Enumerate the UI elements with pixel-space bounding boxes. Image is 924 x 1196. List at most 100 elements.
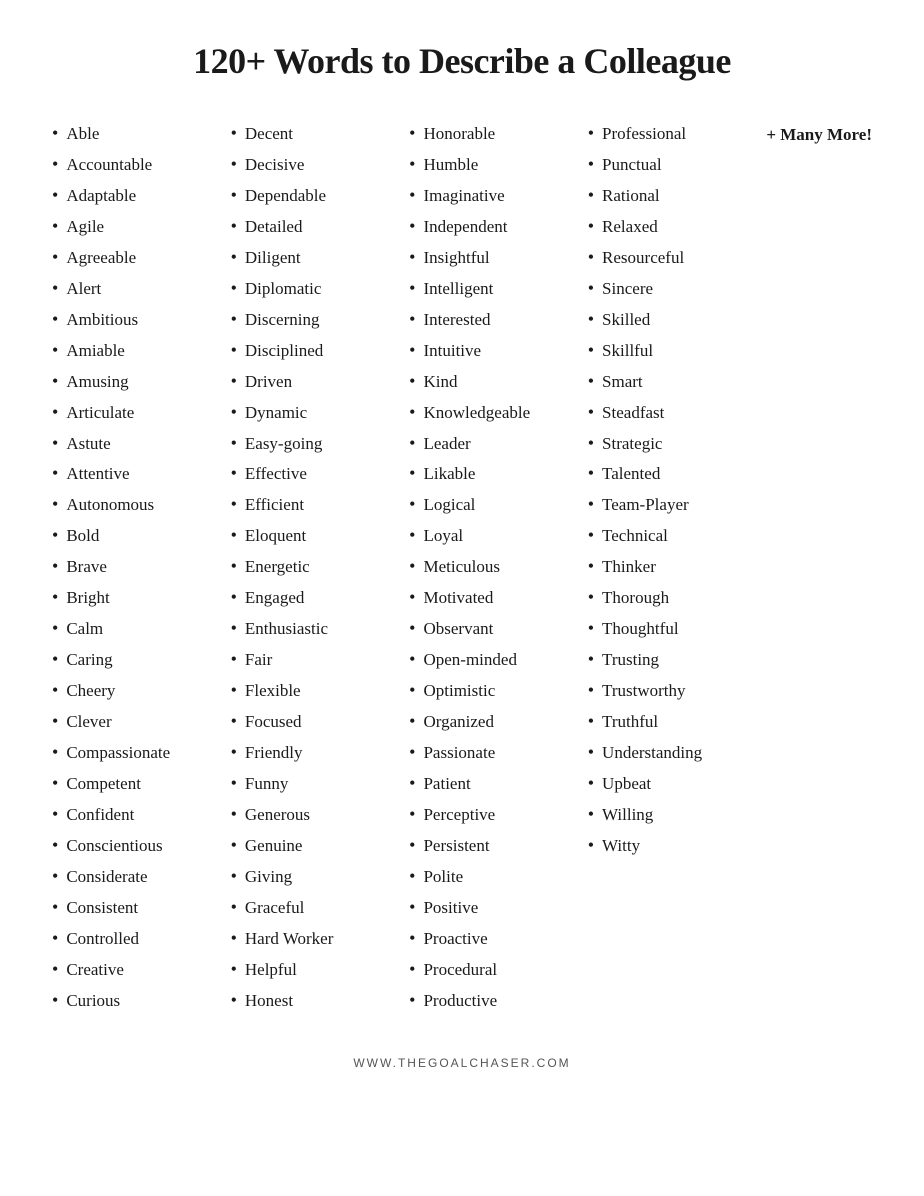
list-item: Compassionate [52, 737, 231, 768]
list-item: Resourceful [588, 242, 767, 273]
list-item: Thinker [588, 551, 767, 582]
list-item: Engaged [231, 582, 410, 613]
list-item: Easy-going [231, 428, 410, 459]
list-item: Witty [588, 830, 767, 861]
page-title: 120+ Words to Describe a Colleague [52, 40, 872, 82]
list-item: Smart [588, 366, 767, 397]
list-item: Upbeat [588, 768, 767, 799]
list-item: Calm [52, 613, 231, 644]
list-item: Trustworthy [588, 675, 767, 706]
list-item: Kind [409, 366, 588, 397]
list-item: Clever [52, 706, 231, 737]
list-item: Enthusiastic [231, 613, 410, 644]
list-item: Honorable [409, 118, 588, 149]
list-item: Leader [409, 428, 588, 459]
list-item: Meticulous [409, 551, 588, 582]
list-item: Interested [409, 304, 588, 335]
list-item: Intelligent [409, 273, 588, 304]
list-item: Proactive [409, 923, 588, 954]
list-item: Diplomatic [231, 273, 410, 304]
list-item: Loyal [409, 520, 588, 551]
list-item: Efficient [231, 489, 410, 520]
list-item: Accountable [52, 149, 231, 180]
column-4: ProfessionalPunctualRationalRelaxedResou… [588, 118, 767, 861]
list-item: Eloquent [231, 520, 410, 551]
list-item: Able [52, 118, 231, 149]
list-item: Energetic [231, 551, 410, 582]
list-item: Agreeable [52, 242, 231, 273]
list-item: Articulate [52, 397, 231, 428]
list-item: Alert [52, 273, 231, 304]
list-item: Competent [52, 768, 231, 799]
list-item: Skilled [588, 304, 767, 335]
list-item: Decisive [231, 149, 410, 180]
list-item: Passionate [409, 737, 588, 768]
column-2: DecentDecisiveDependableDetailedDiligent… [231, 118, 410, 1016]
list-item: Procedural [409, 954, 588, 985]
list-item: Considerate [52, 861, 231, 892]
page-container: 120+ Words to Describe a Colleague AbleA… [12, 0, 912, 1110]
list-item: Autonomous [52, 489, 231, 520]
list-item: Confident [52, 799, 231, 830]
list-item: Amiable [52, 335, 231, 366]
list-item: Agile [52, 211, 231, 242]
list-item: Generous [231, 799, 410, 830]
list-item: Dependable [231, 180, 410, 211]
list-item: Rational [588, 180, 767, 211]
list-item: Motivated [409, 582, 588, 613]
list-item: Punctual [588, 149, 767, 180]
list-item: Creative [52, 954, 231, 985]
plus-more-label: + Many More! [766, 120, 872, 149]
list-item: Giving [231, 861, 410, 892]
list-item: Sincere [588, 273, 767, 304]
list-item: Independent [409, 211, 588, 242]
list-item: Thorough [588, 582, 767, 613]
list-item: Driven [231, 366, 410, 397]
list-item: Truthful [588, 706, 767, 737]
list-item: Logical [409, 489, 588, 520]
list-item: Positive [409, 892, 588, 923]
list-item: Insightful [409, 242, 588, 273]
columns-wrapper: AbleAccountableAdaptableAgileAgreeableAl… [52, 118, 872, 1016]
list-item: Cheery [52, 675, 231, 706]
list-item: Caring [52, 644, 231, 675]
list-item: Graceful [231, 892, 410, 923]
list-item: Professional [588, 118, 767, 149]
list-item: Helpful [231, 954, 410, 985]
list-item: Productive [409, 985, 588, 1016]
list-item: Team-Player [588, 489, 767, 520]
column-1: AbleAccountableAdaptableAgileAgreeableAl… [52, 118, 231, 1016]
list-item: Skillful [588, 335, 767, 366]
list-item: Consistent [52, 892, 231, 923]
list-item: Relaxed [588, 211, 767, 242]
list-item: Decent [231, 118, 410, 149]
list-item: Likable [409, 458, 588, 489]
list-item: Willing [588, 799, 767, 830]
list-item: Flexible [231, 675, 410, 706]
list-item: Friendly [231, 737, 410, 768]
list-item: Disciplined [231, 335, 410, 366]
column-3: HonorableHumbleImaginativeIndependentIns… [409, 118, 588, 1016]
list-item: Polite [409, 861, 588, 892]
list-item: Diligent [231, 242, 410, 273]
footer: WWW.THEGOALCHASER.COM [52, 1056, 872, 1070]
list-item: Organized [409, 706, 588, 737]
list-item: Optimistic [409, 675, 588, 706]
list-item: Ambitious [52, 304, 231, 335]
list-item: Fair [231, 644, 410, 675]
list-item: Bold [52, 520, 231, 551]
list-item: Controlled [52, 923, 231, 954]
list-item: Observant [409, 613, 588, 644]
list-item: Persistent [409, 830, 588, 861]
list-item: Hard Worker [231, 923, 410, 954]
list-item: Brave [52, 551, 231, 582]
list-item: Perceptive [409, 799, 588, 830]
list-item: Understanding [588, 737, 767, 768]
list-item: Trusting [588, 644, 767, 675]
list-item: Curious [52, 985, 231, 1016]
list-item: Genuine [231, 830, 410, 861]
list-item: Conscientious [52, 830, 231, 861]
list-item: Bright [52, 582, 231, 613]
list-item: Talented [588, 458, 767, 489]
list-item: Patient [409, 768, 588, 799]
